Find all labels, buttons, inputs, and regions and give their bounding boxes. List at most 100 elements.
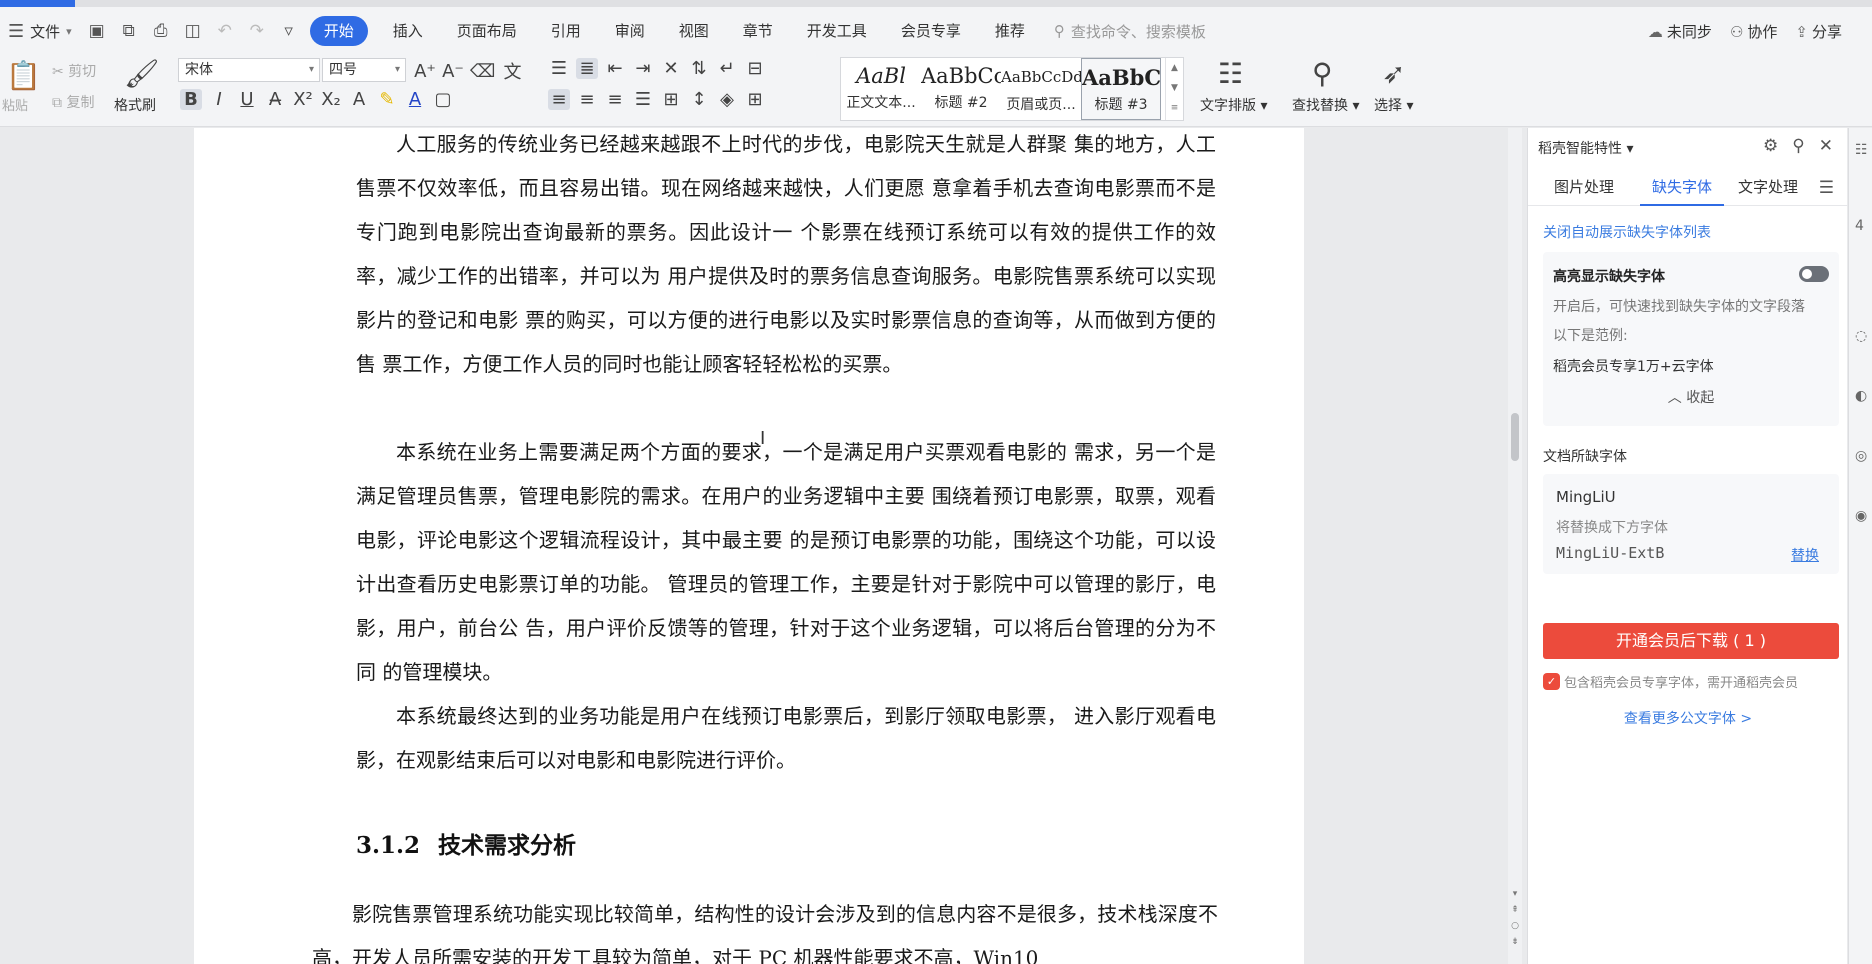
paste-icon[interactable]: 📋	[6, 59, 41, 92]
print-icon[interactable]: ⎙	[150, 21, 172, 41]
share-button[interactable]: ⇪ 分享	[1795, 21, 1842, 42]
more-fonts-link[interactable]: 查看更多公文字体 >	[1528, 708, 1848, 728]
align-left-icon[interactable]: ≡	[548, 89, 570, 110]
tab-insert[interactable]: 插入	[376, 16, 440, 46]
replace-button[interactable]: 替换	[1791, 545, 1819, 565]
body-paragraph-1[interactable]: 人工服务的传统业务已经越来越跟不上时代的步伐，电影院天生就是人群聚 集的地方，人…	[356, 128, 1216, 386]
style-header[interactable]: AaBbCcDd 页眉或页...	[1001, 58, 1081, 120]
text-effect-icon[interactable]: A	[348, 89, 370, 110]
tab-recommend[interactable]: 推荐	[978, 16, 1042, 46]
align-center-icon[interactable]: ≡	[576, 89, 598, 110]
shading-icon[interactable]: ◈	[716, 89, 738, 110]
body-paragraph-3[interactable]: 本系统最终达到的业务功能是用户在线预订电影票后，到影厅领取电影票， 进入影厅观看…	[356, 694, 1216, 782]
file-menu[interactable]: ☰ 文件 ▾	[8, 21, 72, 42]
font-name-select[interactable]: 宋体 ▾	[178, 58, 320, 82]
side-tool-icon[interactable]: ◎	[1855, 448, 1867, 464]
cut-button[interactable]: ✂ 剪切	[52, 61, 96, 81]
tab-view[interactable]: 视图	[662, 16, 726, 46]
strikethrough-icon[interactable]: A̶	[264, 89, 286, 110]
text-direction-icon[interactable]: ✕	[660, 58, 682, 79]
side-tool-icon[interactable]: ◐	[1855, 388, 1867, 404]
body-paragraph-2[interactable]: 本系统在业务上需要满足两个方面的要求，一个是满足用户买票观看电影的 需求，另一个…	[356, 430, 1216, 694]
tab-stops-icon[interactable]: ⊟	[744, 58, 766, 79]
style-body-text[interactable]: AaBl 正文文本...	[841, 58, 921, 120]
tab-chapter[interactable]: 章节	[726, 16, 790, 46]
find-replace-button[interactable]: 查找替换 ▾	[1292, 95, 1359, 115]
style-heading-2[interactable]: AaBbCc 标题 #2	[921, 58, 1001, 120]
line-spacing-icon[interactable]: ↕	[688, 89, 710, 110]
subscript-icon[interactable]: X₂	[320, 89, 342, 110]
sync-button[interactable]: ☁ 未同步	[1648, 21, 1712, 42]
scrollbar-thumb[interactable]	[1511, 413, 1519, 461]
char-border-icon[interactable]: ▢	[432, 89, 454, 110]
paste-button[interactable]: 粘贴	[2, 95, 28, 114]
menu-icon[interactable]: ☰	[1819, 178, 1834, 198]
tab-developer[interactable]: 开发工具	[790, 16, 884, 46]
print-preview-icon[interactable]: ◫	[182, 21, 204, 41]
superscript-icon[interactable]: X²	[292, 89, 314, 110]
bold-icon[interactable]: B	[180, 89, 202, 110]
format-painter-label[interactable]: 格式刷	[114, 95, 156, 115]
redo-icon[interactable]: ↷	[246, 21, 268, 41]
collab-button[interactable]: ⚇ 协作	[1730, 21, 1777, 42]
tab-member[interactable]: 会员专享	[884, 16, 978, 46]
document-scrollbar[interactable]: ▾ ⇞ ○ ⇟	[1508, 128, 1522, 964]
gear-icon[interactable]: ⚙	[1763, 136, 1778, 156]
undo-icon[interactable]: ↶	[214, 21, 236, 41]
tab-image-processing[interactable]: 图片处理	[1528, 170, 1614, 206]
copy-button[interactable]: ⧉ 复制	[52, 92, 94, 112]
decrease-indent-icon[interactable]: ⇤	[604, 58, 626, 79]
tab-page-layout[interactable]: 页面布局	[440, 16, 534, 46]
distribute-icon[interactable]: ⊞	[660, 89, 682, 110]
side-tool-icon[interactable]: ☷	[1855, 142, 1868, 158]
command-search[interactable]: ⚲ 查找命令、搜索模板	[1054, 21, 1206, 42]
close-auto-show-link[interactable]: 关闭自动展示缺失字体列表	[1543, 222, 1711, 242]
save-icon[interactable]: ▣	[86, 21, 108, 41]
bullet-list-icon[interactable]: ☰	[548, 58, 570, 79]
sort-icon[interactable]: ⇅	[688, 58, 710, 79]
show-marks-icon[interactable]: ↵	[716, 58, 738, 79]
document-page[interactable]: 人工服务的传统业务已经越来越跟不上时代的步伐，电影院天生就是人群聚 集的地方，人…	[194, 128, 1304, 964]
text-layout-icon[interactable]: ☷	[1218, 57, 1243, 90]
collapse-button[interactable]: ︿ 收起	[1543, 387, 1839, 407]
borders-icon[interactable]: ⊞	[744, 89, 766, 110]
tab-review[interactable]: 审阅	[598, 16, 662, 46]
download-after-membership-button[interactable]: 开通会员后下载 ( 1 )	[1543, 623, 1839, 659]
font-size-select[interactable]: 四号 ▾	[322, 58, 406, 82]
customize-toolbar-icon[interactable]: ▿	[278, 21, 300, 41]
magnifier-icon[interactable]: ⚲	[1312, 57, 1333, 90]
numbered-list-icon[interactable]: ≣	[576, 58, 598, 79]
grow-font-icon[interactable]: A⁺	[414, 61, 436, 82]
side-tool-icon[interactable]: ◉	[1855, 508, 1867, 524]
phonetic-guide-icon[interactable]: 文	[501, 58, 523, 84]
select-button[interactable]: 选择 ▾	[1374, 95, 1413, 115]
tab-references[interactable]: 引用	[534, 16, 598, 46]
side-tool-icon[interactable]: ◌	[1855, 328, 1867, 344]
style-heading-3[interactable]: AaBbC 标题 #3	[1081, 58, 1161, 120]
side-tool-icon[interactable]: 4	[1855, 218, 1864, 234]
cursor-icon[interactable]: ➶	[1382, 57, 1405, 90]
export-icon[interactable]: ⧉	[118, 21, 140, 41]
tab-missing-fonts[interactable]: 缺失字体	[1640, 170, 1725, 206]
font-color-icon[interactable]: A	[404, 89, 426, 110]
text-layout-button[interactable]: 文字排版 ▾	[1200, 95, 1267, 115]
underline-icon[interactable]: U	[236, 89, 258, 110]
highlight-toggle[interactable]	[1799, 266, 1829, 282]
style-gallery-scroll[interactable]: ▲ ▼ ≡	[1165, 58, 1183, 120]
tab-home[interactable]: 开始	[309, 16, 368, 46]
justify-icon[interactable]: ☰	[632, 89, 654, 110]
increase-indent-icon[interactable]: ⇥	[632, 58, 654, 79]
scroll-buttons[interactable]: ▾ ⇞ ○ ⇟	[1508, 886, 1522, 950]
body-paragraph-4[interactable]: 影院售票管理系统功能实现比较简单，结构性的设计会涉及到的信息内容不是很多，技术栈…	[312, 892, 1218, 964]
panel-title[interactable]: 稻壳智能特性 ▾	[1538, 138, 1633, 158]
highlight-icon[interactable]: ✎	[376, 89, 398, 110]
close-icon[interactable]: ✕	[1819, 136, 1833, 156]
shrink-font-icon[interactable]: A⁻	[442, 61, 464, 82]
clear-format-icon[interactable]: ⌫	[470, 61, 495, 82]
italic-icon[interactable]: I	[208, 89, 230, 110]
align-right-icon[interactable]: ≡	[604, 89, 626, 110]
section-heading[interactable]: 3.1.2 技术需求分析	[356, 826, 576, 860]
pin-icon[interactable]: ⚲	[1792, 136, 1804, 156]
format-painter-icon[interactable]: 🖌	[124, 57, 160, 90]
tab-text-processing[interactable]: 文字处理	[1724, 170, 1798, 206]
